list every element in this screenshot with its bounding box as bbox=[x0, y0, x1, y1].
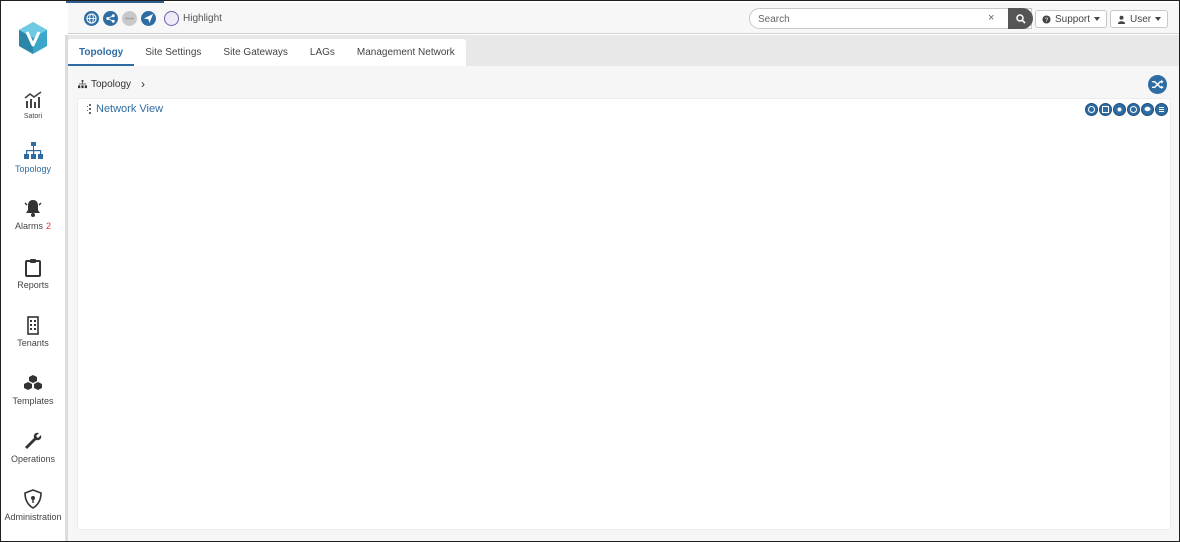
network-view-panel: Network View bbox=[77, 98, 1171, 530]
support-dropdown[interactable]: ? Support bbox=[1035, 10, 1108, 28]
sidebar-item-topology[interactable]: Topology bbox=[1, 141, 65, 191]
shield-icon bbox=[24, 489, 42, 509]
sidebar: Satori Topology Alarms 2 Reports Tenants… bbox=[1, 1, 65, 541]
building-icon bbox=[27, 316, 39, 335]
sidebar-item-operations[interactable]: Operations bbox=[1, 431, 65, 481]
settings-icon[interactable] bbox=[1113, 103, 1126, 116]
search-input[interactable] bbox=[758, 12, 978, 26]
chevron-down-icon bbox=[1155, 17, 1162, 21]
drag-handle-icon[interactable] bbox=[87, 104, 93, 114]
chart-line-icon bbox=[24, 91, 42, 108]
link-icon[interactable] bbox=[122, 11, 137, 26]
svg-text:?: ? bbox=[1045, 16, 1049, 23]
sidebar-item-label: Satori bbox=[23, 113, 43, 120]
search-box: × bbox=[749, 8, 1032, 29]
tab-topology[interactable]: Topology bbox=[68, 39, 135, 66]
refresh-icon[interactable] bbox=[1085, 103, 1098, 116]
breadcrumb-item-topology[interactable]: Topology bbox=[91, 79, 131, 90]
device-icon[interactable] bbox=[1099, 103, 1112, 116]
sidebar-item-alarms[interactable]: Alarms 2 bbox=[1, 198, 65, 248]
chevron-down-icon bbox=[1094, 17, 1101, 21]
alarm-count-badge: 2 bbox=[46, 221, 52, 231]
support-label: Support bbox=[1055, 13, 1091, 25]
sitemap-icon bbox=[78, 79, 87, 88]
circle-icon[interactable] bbox=[1127, 103, 1140, 116]
user-icon bbox=[1117, 15, 1126, 24]
panel-header: Network View bbox=[87, 103, 163, 115]
top-toolbar: Highlight × ? Support User bbox=[68, 3, 1179, 34]
breadcrumb: Topology › bbox=[78, 77, 145, 91]
tab-site-settings[interactable]: Site Settings bbox=[134, 39, 212, 66]
tab-bar: Topology Site Settings Site Gateways LAG… bbox=[68, 35, 1179, 66]
app-logo[interactable] bbox=[18, 21, 48, 55]
highlight-label: Highlight bbox=[183, 13, 222, 24]
shuffle-button[interactable] bbox=[1148, 75, 1167, 94]
question-circle-icon: ? bbox=[1042, 14, 1051, 23]
sidebar-item-label: Reports bbox=[17, 280, 49, 290]
user-dropdown[interactable]: User bbox=[1110, 10, 1169, 28]
shuffle-icon bbox=[1151, 79, 1164, 90]
panel-title: Network View bbox=[96, 103, 164, 115]
tab-site-gateways[interactable]: Site Gateways bbox=[212, 39, 298, 66]
sidebar-item-satori[interactable]: Satori bbox=[1, 90, 65, 140]
sidebar-item-label: Tenants bbox=[17, 338, 49, 348]
sidebar-item-reports[interactable]: Reports bbox=[1, 257, 65, 307]
list-icon[interactable] bbox=[1155, 103, 1168, 116]
cubes-icon bbox=[24, 375, 42, 390]
comment-icon[interactable] bbox=[1141, 103, 1154, 116]
sitemap-icon bbox=[24, 142, 43, 159]
tab-list: Topology Site Settings Site Gateways LAG… bbox=[68, 39, 466, 66]
highlight-toggle[interactable]: Highlight bbox=[164, 11, 222, 26]
panel-tool-group bbox=[1085, 103, 1168, 116]
sidebar-item-label: Topology bbox=[14, 164, 52, 174]
user-label: User bbox=[1130, 13, 1152, 25]
sidebar-item-administration[interactable]: Administration bbox=[1, 489, 65, 539]
sidebar-item-label: Templates bbox=[12, 396, 54, 406]
bell-icon bbox=[24, 200, 42, 217]
tab-lags[interactable]: LAGs bbox=[299, 39, 346, 66]
tab-management-network[interactable]: Management Network bbox=[346, 39, 466, 66]
sidebar-item-label: Operations bbox=[10, 454, 56, 464]
globe-icon[interactable] bbox=[84, 11, 99, 26]
toolbar-icon-group bbox=[84, 11, 156, 26]
search-button[interactable] bbox=[1008, 8, 1033, 29]
sidebar-item-tenants[interactable]: Tenants bbox=[1, 315, 65, 365]
sidebar-item-label: Alarms 2 bbox=[14, 221, 52, 231]
wrench-icon bbox=[25, 432, 42, 449]
highlight-icon bbox=[164, 11, 179, 26]
main-content: Topology › Network View bbox=[68, 66, 1179, 541]
chevron-right-icon: › bbox=[141, 77, 146, 91]
sidebar-item-templates[interactable]: Templates bbox=[1, 373, 65, 423]
sidebar-item-label: Administration bbox=[4, 512, 62, 522]
send-icon[interactable] bbox=[141, 11, 156, 26]
search-icon bbox=[1015, 13, 1026, 24]
search-clear-button[interactable]: × bbox=[988, 12, 994, 24]
clipboard-icon bbox=[25, 259, 41, 277]
hexagon-logo-icon bbox=[19, 22, 47, 54]
share-icon[interactable] bbox=[103, 11, 118, 26]
